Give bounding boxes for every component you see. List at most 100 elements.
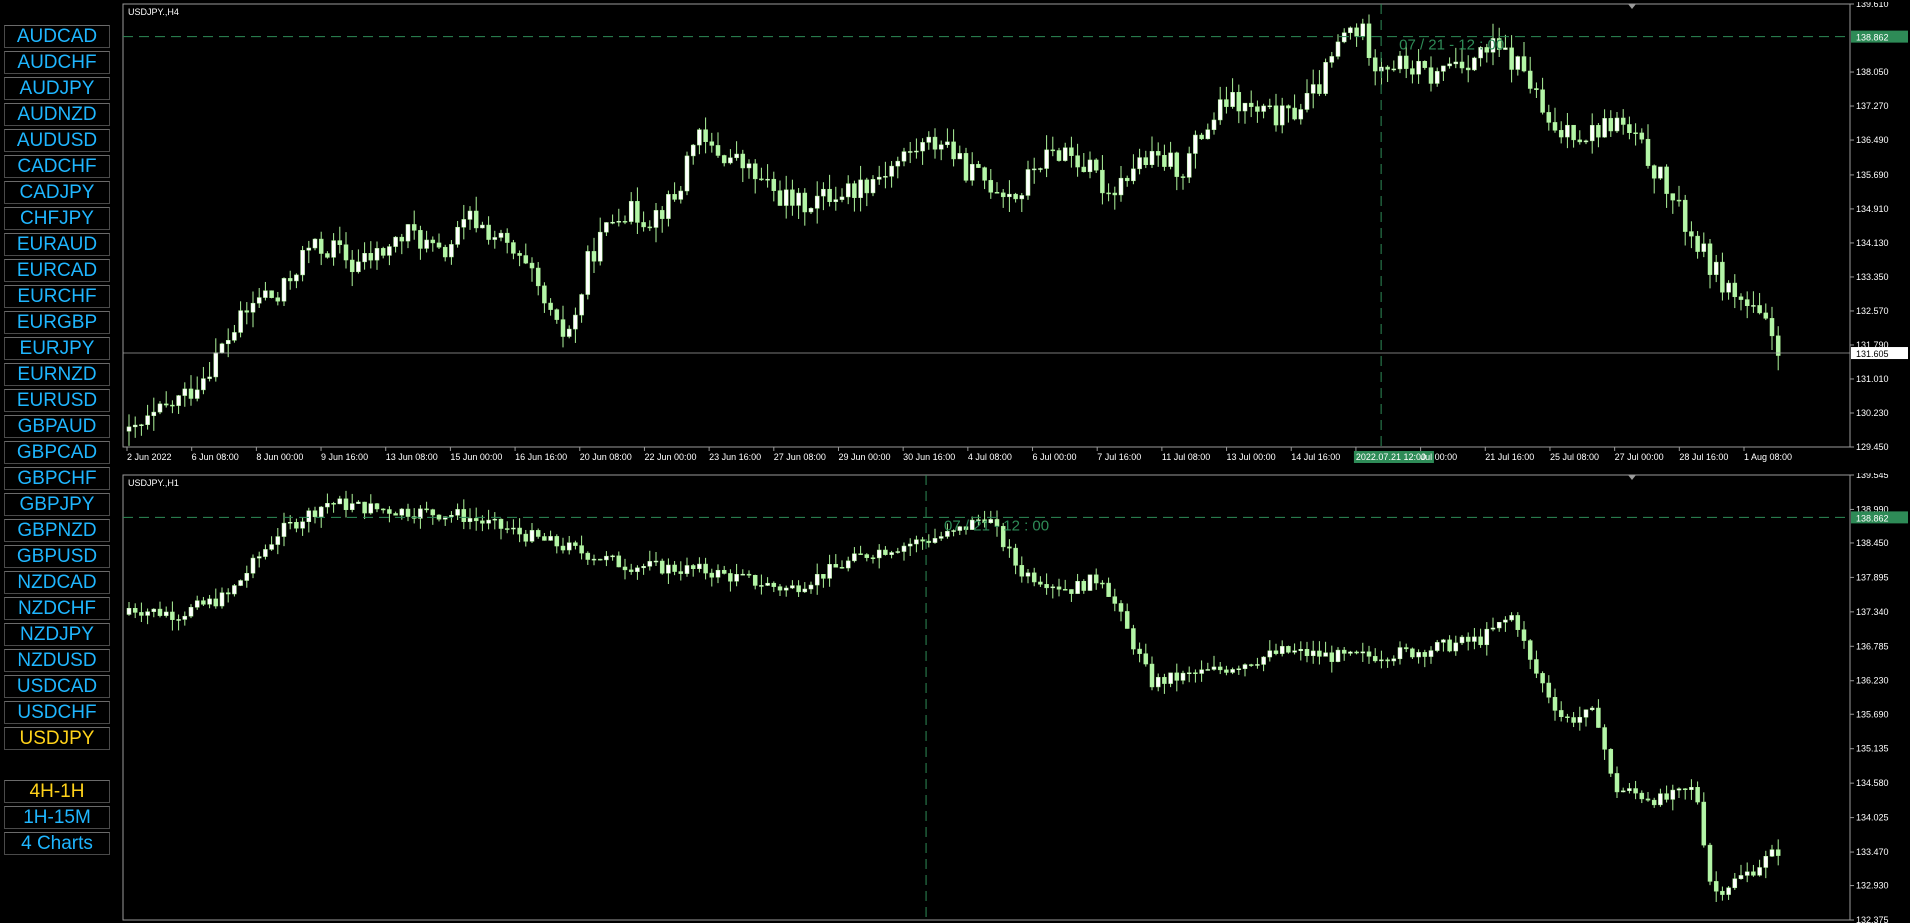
symbol-button-eurnzd[interactable]: EURNZD bbox=[4, 363, 110, 386]
chart-h1[interactable]: USDJPY.,H1 139.545 138.990 138.450 137.895 13… bbox=[121, 473, 1910, 923]
candle-body bbox=[1087, 159, 1093, 173]
layout-button-4h-1h[interactable]: 4H-1H bbox=[4, 780, 110, 803]
candle-body bbox=[498, 232, 504, 238]
candle-body bbox=[1180, 176, 1186, 178]
candle-body bbox=[1193, 134, 1198, 154]
candle-body bbox=[1248, 664, 1254, 666]
candle-body bbox=[1682, 788, 1688, 790]
candle-body bbox=[213, 598, 219, 607]
chart-shift-marker-icon[interactable] bbox=[1628, 4, 1636, 9]
candle-body bbox=[424, 239, 429, 249]
symbol-button-eurcad[interactable]: EURCAD bbox=[4, 259, 110, 282]
candle-body bbox=[442, 246, 448, 258]
symbol-button-usdjpy[interactable]: USDJPY bbox=[4, 727, 110, 750]
candle-body bbox=[1695, 235, 1700, 252]
symbol-button-audchf[interactable]: AUDCHF bbox=[4, 51, 110, 74]
symbol-button-eurgbp[interactable]: EURGBP bbox=[4, 311, 110, 334]
candle-body bbox=[573, 542, 578, 546]
x-tick-label: 25 Jul 08:00 bbox=[1550, 452, 1599, 462]
candle-body bbox=[901, 151, 907, 162]
candle-body bbox=[1676, 788, 1682, 791]
symbol-button-gbpchf[interactable]: GBPCHF bbox=[4, 467, 110, 490]
candle-body bbox=[938, 536, 944, 539]
symbol-button-cadjpy[interactable]: CADJPY bbox=[4, 181, 110, 204]
chart-h4-canvas[interactable]: USDJPY.,H4 139.610 138.050 137.270 136.490 13… bbox=[121, 2, 1910, 468]
candle-body bbox=[1323, 652, 1328, 657]
candle-body bbox=[1620, 117, 1626, 125]
candle-body bbox=[560, 319, 566, 337]
candle-body bbox=[1317, 650, 1322, 657]
candle-body bbox=[666, 564, 671, 574]
symbol-button-gbpcad[interactable]: GBPCAD bbox=[4, 441, 110, 464]
y-tick-label: 137.895 bbox=[1856, 572, 1889, 582]
candle-body bbox=[839, 196, 845, 200]
candle-body bbox=[839, 567, 845, 569]
candle-body bbox=[932, 136, 938, 150]
candle-body bbox=[1372, 57, 1378, 72]
candle-body bbox=[263, 290, 268, 298]
candle-body bbox=[920, 539, 925, 542]
symbol-button-euraud[interactable]: EURAUD bbox=[4, 233, 110, 256]
layout-button-4-charts[interactable]: 4 Charts bbox=[4, 832, 110, 855]
symbol-button-audusd[interactable]: AUDUSD bbox=[4, 129, 110, 152]
chart-h1-canvas[interactable]: USDJPY.,H1139.545138.990138.450137.89513… bbox=[121, 473, 1910, 923]
candle-body bbox=[511, 527, 516, 530]
candle-body bbox=[1397, 55, 1403, 70]
candle-body bbox=[1112, 192, 1118, 196]
candle-body bbox=[783, 587, 789, 591]
candle-body bbox=[548, 302, 553, 310]
symbol-button-cadchf[interactable]: CADCHF bbox=[4, 155, 110, 178]
symbol-button-gbpjpy[interactable]: GBPJPY bbox=[4, 493, 110, 516]
candle-body bbox=[1484, 628, 1490, 646]
candle-body bbox=[1726, 282, 1731, 293]
symbol-button-gbpnzd[interactable]: GBPNZD bbox=[4, 519, 110, 542]
candle-body bbox=[1627, 788, 1632, 792]
candle-body bbox=[672, 564, 677, 572]
candle-body bbox=[535, 530, 541, 537]
candle-body bbox=[504, 528, 510, 530]
candle-body bbox=[1180, 672, 1186, 681]
layout-button-1h-15m[interactable]: 1H-15M bbox=[4, 806, 110, 829]
candle-body bbox=[170, 611, 175, 620]
candle-body bbox=[597, 231, 603, 262]
symbol-button-usdchf[interactable]: USDCHF bbox=[4, 701, 110, 724]
symbol-button-chfjpy[interactable]: CHFJPY bbox=[4, 207, 110, 230]
candle-body bbox=[529, 530, 535, 542]
symbol-button-eurusd[interactable]: EURUSD bbox=[4, 389, 110, 412]
candle-body bbox=[1577, 139, 1583, 143]
candle-body bbox=[852, 183, 857, 198]
candle-body bbox=[1199, 669, 1204, 674]
chart-h4[interactable]: USDJPY.,H4 139.610 138.050 137.270 136.490 13… bbox=[121, 2, 1910, 468]
symbol-button-eurjpy[interactable]: EURJPY bbox=[4, 337, 110, 360]
chart-shift-marker-icon[interactable] bbox=[1628, 475, 1636, 480]
candle-body bbox=[449, 515, 454, 517]
candle-body bbox=[1465, 67, 1471, 71]
candle-body bbox=[1515, 56, 1521, 70]
symbol-button-usdcad[interactable]: USDCAD bbox=[4, 675, 110, 698]
candle-body bbox=[1521, 56, 1527, 72]
symbol-button-gbpusd[interactable]: GBPUSD bbox=[4, 545, 110, 568]
candle-body bbox=[1565, 124, 1570, 138]
candle-body bbox=[1707, 243, 1713, 275]
symbol-button-nzdjpy[interactable]: NZDJPY bbox=[4, 623, 110, 646]
candle-body bbox=[139, 424, 144, 426]
symbol-button-audnzd[interactable]: AUDNZD bbox=[4, 103, 110, 126]
symbol-button-nzdusd[interactable]: NZDUSD bbox=[4, 649, 110, 672]
candle-body bbox=[1013, 547, 1018, 566]
symbol-button-eurchf[interactable]: EURCHF bbox=[4, 285, 110, 308]
candle-body bbox=[585, 251, 591, 295]
candle-body bbox=[461, 219, 467, 228]
symbol-button-audjpy[interactable]: AUDJPY bbox=[4, 77, 110, 100]
symbol-button-nzdcad[interactable]: NZDCAD bbox=[4, 571, 110, 594]
candle-body bbox=[331, 503, 336, 505]
candle-body bbox=[219, 592, 225, 607]
symbol-button-gbpaud[interactable]: GBPAUD bbox=[4, 415, 110, 438]
x-tick-label: 6 Jul 00:00 bbox=[1033, 452, 1077, 462]
candle-body bbox=[1676, 199, 1682, 202]
candle-body bbox=[1298, 109, 1304, 120]
candle-body bbox=[1310, 84, 1316, 94]
candle-body bbox=[1763, 312, 1769, 319]
candle-body bbox=[294, 274, 299, 282]
symbol-button-audcad[interactable]: AUDCAD bbox=[4, 25, 110, 48]
symbol-button-nzdchf[interactable]: NZDCHF bbox=[4, 597, 110, 620]
